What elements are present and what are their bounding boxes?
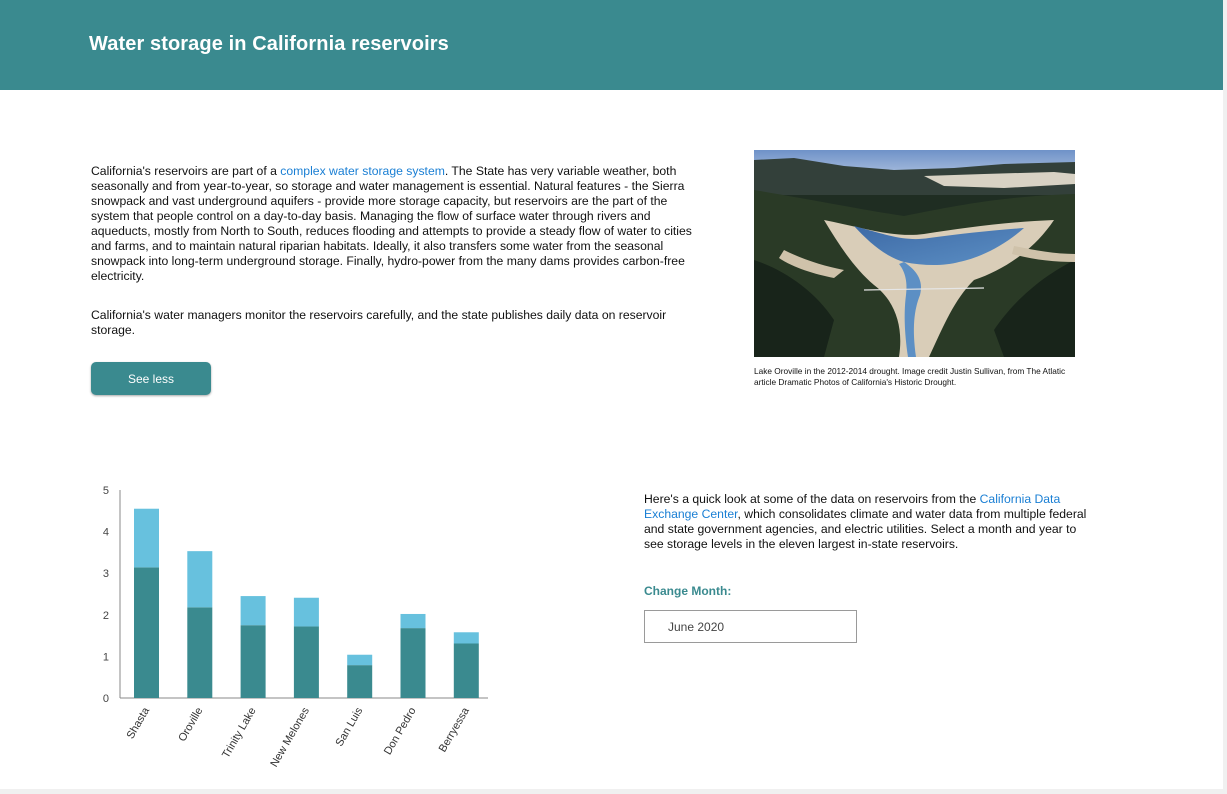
bottom-edge [0, 789, 1227, 794]
bar-new-melones-base [293, 626, 319, 698]
data-blurb: Here's a quick look at some of the data … [644, 492, 1089, 552]
intro-paragraph-1: California's reservoirs are part of a co… [91, 164, 703, 284]
month-select[interactable]: June 2020 [644, 610, 857, 643]
reservoir-storage-chart: 0 1 2 3 4 5 Shasta Oroville Trinity Lake New Melo… [96, 478, 496, 788]
lake-oroville-photo [754, 150, 1075, 357]
x-tick-label: San Luis [333, 705, 365, 749]
bar-trinity-lake-base [240, 625, 266, 698]
scrollbar-track [1223, 0, 1227, 794]
see-less-button[interactable]: See less [91, 362, 211, 395]
x-tick-label: Don Pedro [382, 706, 419, 758]
bar-san-luis-base [347, 665, 373, 698]
bar-new-melones-top [293, 597, 319, 627]
bar-oroville-top [187, 551, 213, 608]
intro-text-after-link: . The State has very variable weather, b… [91, 164, 692, 283]
bar-trinity-lake-top [240, 596, 266, 626]
x-tick-label: Shasta [125, 705, 153, 741]
page-header: Water storage in California reservoirs [0, 0, 1223, 90]
photo-illustration [754, 150, 1075, 357]
bar-berryessa-base [453, 643, 479, 698]
x-tick-label: Trinity Lake [220, 706, 259, 761]
bar-berryessa-top [453, 632, 479, 644]
page-title: Water storage in California reservoirs [89, 33, 449, 55]
y-tick-label: 0 [103, 693, 109, 705]
bar-shasta-top [134, 508, 159, 568]
chart-canvas: 0 1 2 3 4 5 Shasta Oroville Trinity Lake New Melo… [103, 485, 488, 769]
x-tick-label: Berryessa [437, 705, 473, 755]
photo-caption: Lake Oroville in the 2012-2014 drought. … [754, 366, 1066, 387]
blurb-text-before-link: Here's a quick look at some of the data … [644, 492, 980, 506]
bar-shasta-base [134, 567, 159, 698]
y-tick-label: 2 [103, 610, 109, 622]
intro-text-before-link: California's reservoirs are part of a [91, 164, 281, 178]
y-tick-label: 4 [103, 527, 109, 539]
intro-text: California's reservoirs are part of a co… [91, 164, 703, 362]
intro-paragraph-2: California's water managers monitor the … [91, 308, 667, 337]
bar-don-pedro-base [400, 628, 426, 698]
x-tick-label: Oroville [176, 706, 205, 744]
change-month-label: Change Month: [644, 584, 732, 598]
y-tick-label: 1 [103, 651, 109, 663]
month-select-value: June 2020 [668, 620, 725, 634]
y-tick-label: 3 [103, 568, 109, 580]
water-storage-system-link[interactable]: complex water storage system [280, 164, 445, 178]
y-tick-label: 5 [103, 485, 109, 497]
x-tick-label: New Melones [268, 705, 312, 769]
bar-oroville-base [187, 607, 213, 698]
bar-don-pedro-top [400, 613, 426, 629]
bar-san-luis-top [347, 654, 373, 666]
